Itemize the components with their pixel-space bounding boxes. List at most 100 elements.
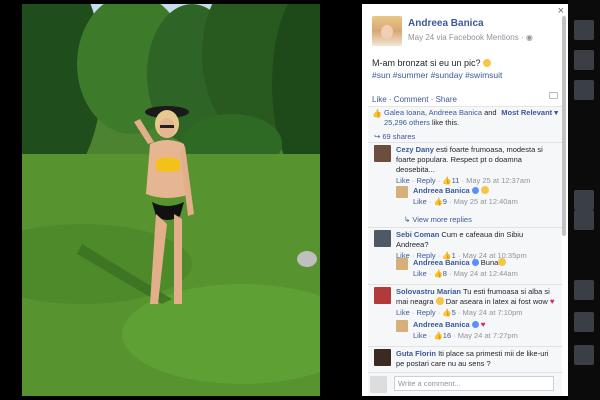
write-comment-input[interactable]: Write a comment...	[394, 376, 554, 391]
likes-suffix: like this.	[429, 118, 460, 127]
post-meta: May 24 via Facebook Mentions · ◉	[408, 33, 533, 42]
post-sidebar: × Andreea Banica May 24 via Facebook Men…	[362, 4, 568, 396]
comment-like-link[interactable]: Like	[396, 308, 410, 317]
comment-reply-link[interactable]: Reply	[416, 308, 435, 317]
comment-like-link[interactable]: Like	[396, 176, 410, 185]
reply-body: Andreea Banica Like · 👍9 · May 25 at 12:…	[413, 186, 558, 207]
reply-time[interactable]: May 24 at 7:27pm	[458, 331, 518, 340]
reply-author[interactable]: Andreea Banica	[413, 186, 470, 195]
thumbs-up-icon: 👍	[433, 331, 443, 340]
commenter-name[interactable]: Cezy Dany	[396, 145, 434, 154]
post-text: M-am bronzat si eu un pic?	[372, 58, 492, 68]
heart-icon: ♥	[480, 320, 486, 329]
comment-reply-link[interactable]: Reply	[416, 176, 435, 185]
comment-text-continued: Dar aseara in latex ai fost wow	[443, 297, 550, 306]
background-thumbnail	[574, 190, 594, 210]
reply-meta: Like · 👍9 · May 25 at 12:40am	[413, 197, 518, 206]
comment-link[interactable]: Comment	[394, 95, 429, 104]
commenter-avatar[interactable]	[374, 349, 391, 366]
panel-scrollbar[interactable]	[562, 16, 566, 236]
divider	[368, 284, 562, 285]
view-more-replies-link[interactable]: ↳ View more replies	[404, 215, 472, 224]
reply-avatar[interactable]	[396, 320, 408, 332]
reply-like-count[interactable]: 9	[443, 197, 447, 206]
background-thumbnail	[574, 280, 594, 300]
reply-text: Buna	[480, 258, 499, 267]
background-thumbnail	[574, 312, 594, 332]
thumbs-up-icon: 👍	[442, 308, 452, 317]
background-thumbnail	[574, 345, 594, 365]
reply-avatar[interactable]	[396, 258, 408, 270]
thumbs-up-icon: 👍	[372, 109, 382, 118]
post-meta-text[interactable]: May 24 via Facebook Mentions ·	[408, 33, 526, 42]
reply-meta: Like · 👍8 · May 24 at 12:44am	[413, 269, 518, 278]
reply-author[interactable]: Andreea Banica	[413, 320, 470, 329]
sort-dropdown[interactable]: Most Relevant ▾	[501, 108, 558, 118]
commenter-avatar[interactable]	[374, 287, 391, 304]
divider	[368, 346, 562, 347]
divider	[368, 142, 562, 143]
comment-body: Cezy Dany esti foarte frumoasa, modesta …	[396, 145, 556, 186]
commenter-avatar[interactable]	[374, 230, 391, 247]
commenter-avatar[interactable]	[374, 145, 391, 162]
others-link[interactable]: 25,296 others	[384, 118, 430, 127]
reply-meta: Like · 👍16 · May 24 at 7:27pm	[413, 331, 518, 340]
thumbs-up-icon: 👍	[442, 176, 452, 185]
author-name[interactable]: Andreea Banica	[408, 18, 484, 29]
shares-count[interactable]: 69 shares	[382, 132, 415, 141]
commenter-name[interactable]: Sebi Coman	[396, 230, 439, 239]
post-header: Andreea Banica May 24 via Facebook Menti…	[372, 16, 562, 48]
divider	[368, 227, 562, 228]
reply-like-count[interactable]: 16	[443, 331, 451, 340]
reply-like-count[interactable]: 8	[443, 269, 447, 278]
thumbs-up-icon: 👍	[433, 197, 443, 206]
emoji-icon	[480, 186, 489, 194]
comment-bubble-icon[interactable]	[549, 92, 558, 99]
post-hashtags[interactable]: #sun #summer #sunday #swimsuit	[372, 70, 502, 80]
commenter-name[interactable]: Solovastru Marian	[396, 287, 461, 296]
reply-like-link[interactable]: Like	[413, 331, 427, 340]
emoji-icon	[483, 59, 492, 67]
comment-time[interactable]: May 24 at 7:10pm	[462, 308, 522, 317]
reply-time[interactable]: May 24 at 12:44am	[454, 269, 518, 278]
likes-summary: 👍 Galea Ioana, Andreea Banica and 25,296…	[372, 108, 558, 128]
post-photo[interactable]	[22, 4, 320, 396]
post-text-content: M-am bronzat si eu un pic?	[372, 58, 481, 68]
photo-illustration	[22, 4, 320, 396]
comment-body: Guta Florin Iti place sa primesti mii de…	[396, 349, 556, 369]
and-word: and	[482, 108, 497, 117]
thumbs-up-icon: 👍	[433, 269, 443, 278]
comment-body: Sebi Coman Cum e cafeaua din Sibiu Andre…	[396, 230, 556, 261]
reply-like-link[interactable]: Like	[413, 197, 427, 206]
reply-avatar[interactable]	[396, 186, 408, 198]
commenter-name[interactable]: Guta Florin	[396, 349, 436, 358]
comment-body: Solovastru Marian Tu esti frumoasa si al…	[396, 287, 556, 318]
share-link[interactable]: Share	[436, 95, 457, 104]
reply-like-link[interactable]: Like	[413, 269, 427, 278]
verified-icon	[471, 187, 479, 194]
comment-meta: Like · Reply · 👍11 · May 25 at 12:37am	[396, 176, 531, 185]
reply-author[interactable]: Andreea Banica	[413, 258, 470, 267]
view-more-replies-label[interactable]: View more replies	[412, 215, 471, 224]
comment-time[interactable]: May 25 at 12:37am	[466, 176, 530, 185]
background-thumbnail	[574, 50, 594, 70]
post-actions: Like · Comment · Share	[372, 95, 457, 104]
shares-link[interactable]: ↪ 69 shares	[374, 132, 415, 141]
emoji-icon	[435, 297, 444, 305]
comment-like-count[interactable]: 11	[452, 176, 460, 185]
current-user-avatar	[370, 376, 387, 393]
reply-time[interactable]: May 25 at 12:40am	[454, 197, 518, 206]
like-link[interactable]: Like	[372, 95, 387, 104]
globe-icon: ◉	[525, 33, 533, 42]
background-thumbnail	[574, 210, 594, 230]
emoji-icon	[498, 258, 507, 266]
author-avatar[interactable]	[372, 16, 402, 46]
verified-icon	[471, 321, 479, 328]
comment-like-count[interactable]: 5	[452, 308, 456, 317]
background-thumbnail	[574, 80, 594, 100]
comment-meta: Like · Reply · 👍5 · May 24 at 7:10pm	[396, 308, 523, 317]
likers-link[interactable]: Galea Ioana, Andreea Banica	[384, 108, 482, 117]
reply-body: Andreea Banica Buna Like · 👍8 · May 24 a…	[413, 258, 558, 279]
heart-icon: ♥	[549, 297, 555, 306]
likes-text: Galea Ioana, Andreea Banica and 25,296 o…	[384, 108, 499, 128]
